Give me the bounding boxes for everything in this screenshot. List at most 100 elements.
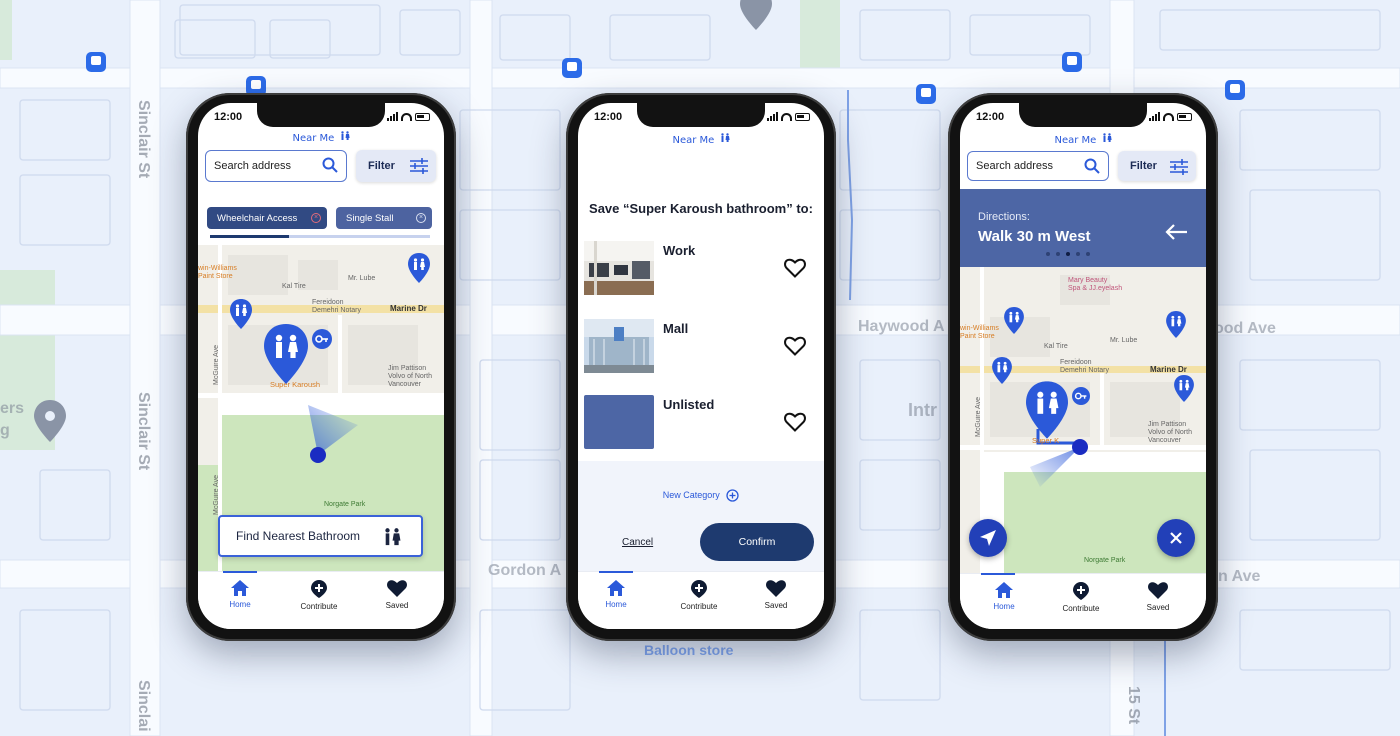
nav-contribute[interactable]: Contribute [1046, 582, 1116, 613]
remove-chip-icon[interactable]: × [311, 213, 321, 223]
status-icons [1149, 112, 1192, 121]
nav-home-label: Home [993, 602, 1015, 611]
nav-saved[interactable]: Saved [362, 580, 432, 610]
cancel-button[interactable]: Cancel [622, 537, 653, 548]
plus-circle-icon [691, 580, 707, 598]
brand-text: Near Me [672, 135, 715, 146]
sliders-icon [1170, 159, 1188, 175]
toilet-pin-icon[interactable] [1004, 307, 1024, 334]
map-label-store: win-Williams Paint Store [198, 265, 237, 280]
toilet-icon [1102, 133, 1112, 146]
heart-icon [766, 580, 786, 597]
map-label-road: Marine Dr [1150, 365, 1187, 374]
nav-saved[interactable]: Saved [741, 580, 811, 610]
heart-outline-icon[interactable] [784, 412, 806, 432]
search-icon[interactable] [322, 157, 338, 173]
nav-contribute[interactable]: Contribute [664, 580, 734, 611]
category-row-mall[interactable]: Mall [578, 311, 824, 381]
category-row-unlisted[interactable]: Unlisted [578, 387, 824, 457]
filter-button[interactable]: Filter [1118, 151, 1196, 181]
signal-icon [1149, 112, 1160, 121]
nav-home[interactable]: Home [581, 580, 651, 609]
nav-home[interactable]: Home [205, 580, 275, 609]
category-image-work [584, 241, 654, 295]
toilet-pin-icon[interactable] [1166, 311, 1186, 338]
bg-poi-ers: ers [0, 400, 25, 417]
nav-contribute[interactable]: Contribute [284, 580, 354, 611]
nav-active-indicator [599, 571, 633, 573]
remove-chip-icon[interactable]: × [416, 213, 426, 223]
chip-wheelchair-access[interactable]: Wheelchair Access × [207, 207, 327, 229]
wifi-icon [401, 112, 412, 121]
bg-poi-balloon: Balloon store [644, 642, 734, 658]
bg-street-sinclair-2: Sinclair St [135, 392, 152, 471]
brand-text: Near Me [292, 133, 335, 144]
category-label: Unlisted [663, 397, 715, 412]
bottom-nav: Home Contribute Saved [198, 571, 444, 629]
phone-save: 12:00 Near Me Save “Super Karoush bathro… [566, 93, 836, 641]
bg-poi-intr: Intr [908, 400, 937, 420]
map-label-notary: Fereidoon Demehri Notary [1060, 359, 1110, 374]
map-label-store: win-Williams Paint Store [960, 325, 999, 340]
bg-street-gordon: Gordon A [488, 562, 562, 579]
phone-directions: 12:00 Near Me Search address Filter Dire… [948, 93, 1218, 641]
home-icon [607, 580, 625, 596]
search-icon[interactable] [1084, 158, 1100, 174]
category-image-mall [584, 319, 654, 373]
new-category-label: New Category [662, 489, 720, 500]
toilet-pin-icon[interactable] [992, 357, 1012, 384]
category-row-work[interactable]: Work [578, 233, 824, 303]
find-button-label: Find Nearest Bathroom [236, 529, 361, 543]
new-category-link[interactable]: New Category [578, 489, 824, 502]
bg-street-sinclair-1: Sinclair St [135, 100, 152, 179]
selected-toilet-pin-icon[interactable] [264, 323, 308, 385]
bg-poi-g: g [0, 422, 10, 439]
bg-street-haywood: Haywood A [858, 318, 945, 335]
nav-home-label: Home [229, 600, 251, 609]
map-label-volvo: Jim Pattison Volvo of North Vancouver [1148, 421, 1192, 444]
signal-icon [767, 112, 778, 121]
status-time: 12:00 [594, 111, 623, 123]
chip-label: Wheelchair Access [217, 212, 298, 224]
map-label-notary: Fereidoon Demehri Notary [312, 299, 362, 314]
location-heading-icon [308, 405, 358, 463]
toilet-pin-icon[interactable] [1174, 375, 1194, 402]
nav-home[interactable]: Home [969, 582, 1039, 611]
search-placeholder: Search address [214, 160, 292, 172]
search-input[interactable]: Search address [205, 150, 347, 182]
search-placeholder: Search address [976, 160, 1054, 172]
confirm-button[interactable]: Confirm [700, 523, 814, 561]
toilet-icon [340, 131, 350, 144]
location-heading-icon [1030, 439, 1088, 487]
map-label-volvo: Jim Pattison Volvo of North Vancouver [388, 365, 432, 388]
filter-label: Filter [1130, 160, 1157, 172]
recenter-button[interactable] [969, 519, 1007, 557]
key-icon[interactable] [312, 329, 332, 349]
status-icons [767, 112, 810, 121]
heart-outline-icon[interactable] [784, 258, 806, 278]
wifi-icon [781, 112, 792, 121]
plus-icon [726, 489, 739, 502]
bottom-nav: Home Contribute Saved [960, 573, 1206, 629]
save-dialog-title: Save “Super Karoush bathroom” to: [589, 201, 813, 216]
map-label-kaltire: Kal Tire [1044, 343, 1068, 350]
key-icon[interactable] [1072, 387, 1090, 405]
notch [1019, 103, 1147, 127]
heart-outline-icon[interactable] [784, 336, 806, 356]
battery-icon [415, 112, 430, 121]
back-arrow-icon[interactable] [1164, 223, 1188, 241]
filter-button[interactable]: Filter [356, 150, 436, 182]
find-nearest-bathroom-button[interactable]: Find Nearest Bathroom [218, 515, 423, 557]
search-input[interactable]: Search address [967, 151, 1109, 181]
bg-street-haywood-2: ood Ave [1214, 320, 1276, 337]
bg-street-sinclair-3: Sinclai [135, 680, 152, 732]
status-icons [387, 112, 430, 121]
nav-active-indicator [223, 571, 257, 573]
nav-saved[interactable]: Saved [1123, 582, 1193, 612]
toilet-pin-icon[interactable] [408, 253, 430, 283]
chip-label: Single Stall [346, 212, 394, 224]
chip-single-stall[interactable]: Single Stall × [336, 207, 432, 229]
sliders-icon [410, 158, 428, 174]
toilet-pin-icon[interactable] [230, 299, 252, 329]
close-directions-button[interactable] [1157, 519, 1195, 557]
